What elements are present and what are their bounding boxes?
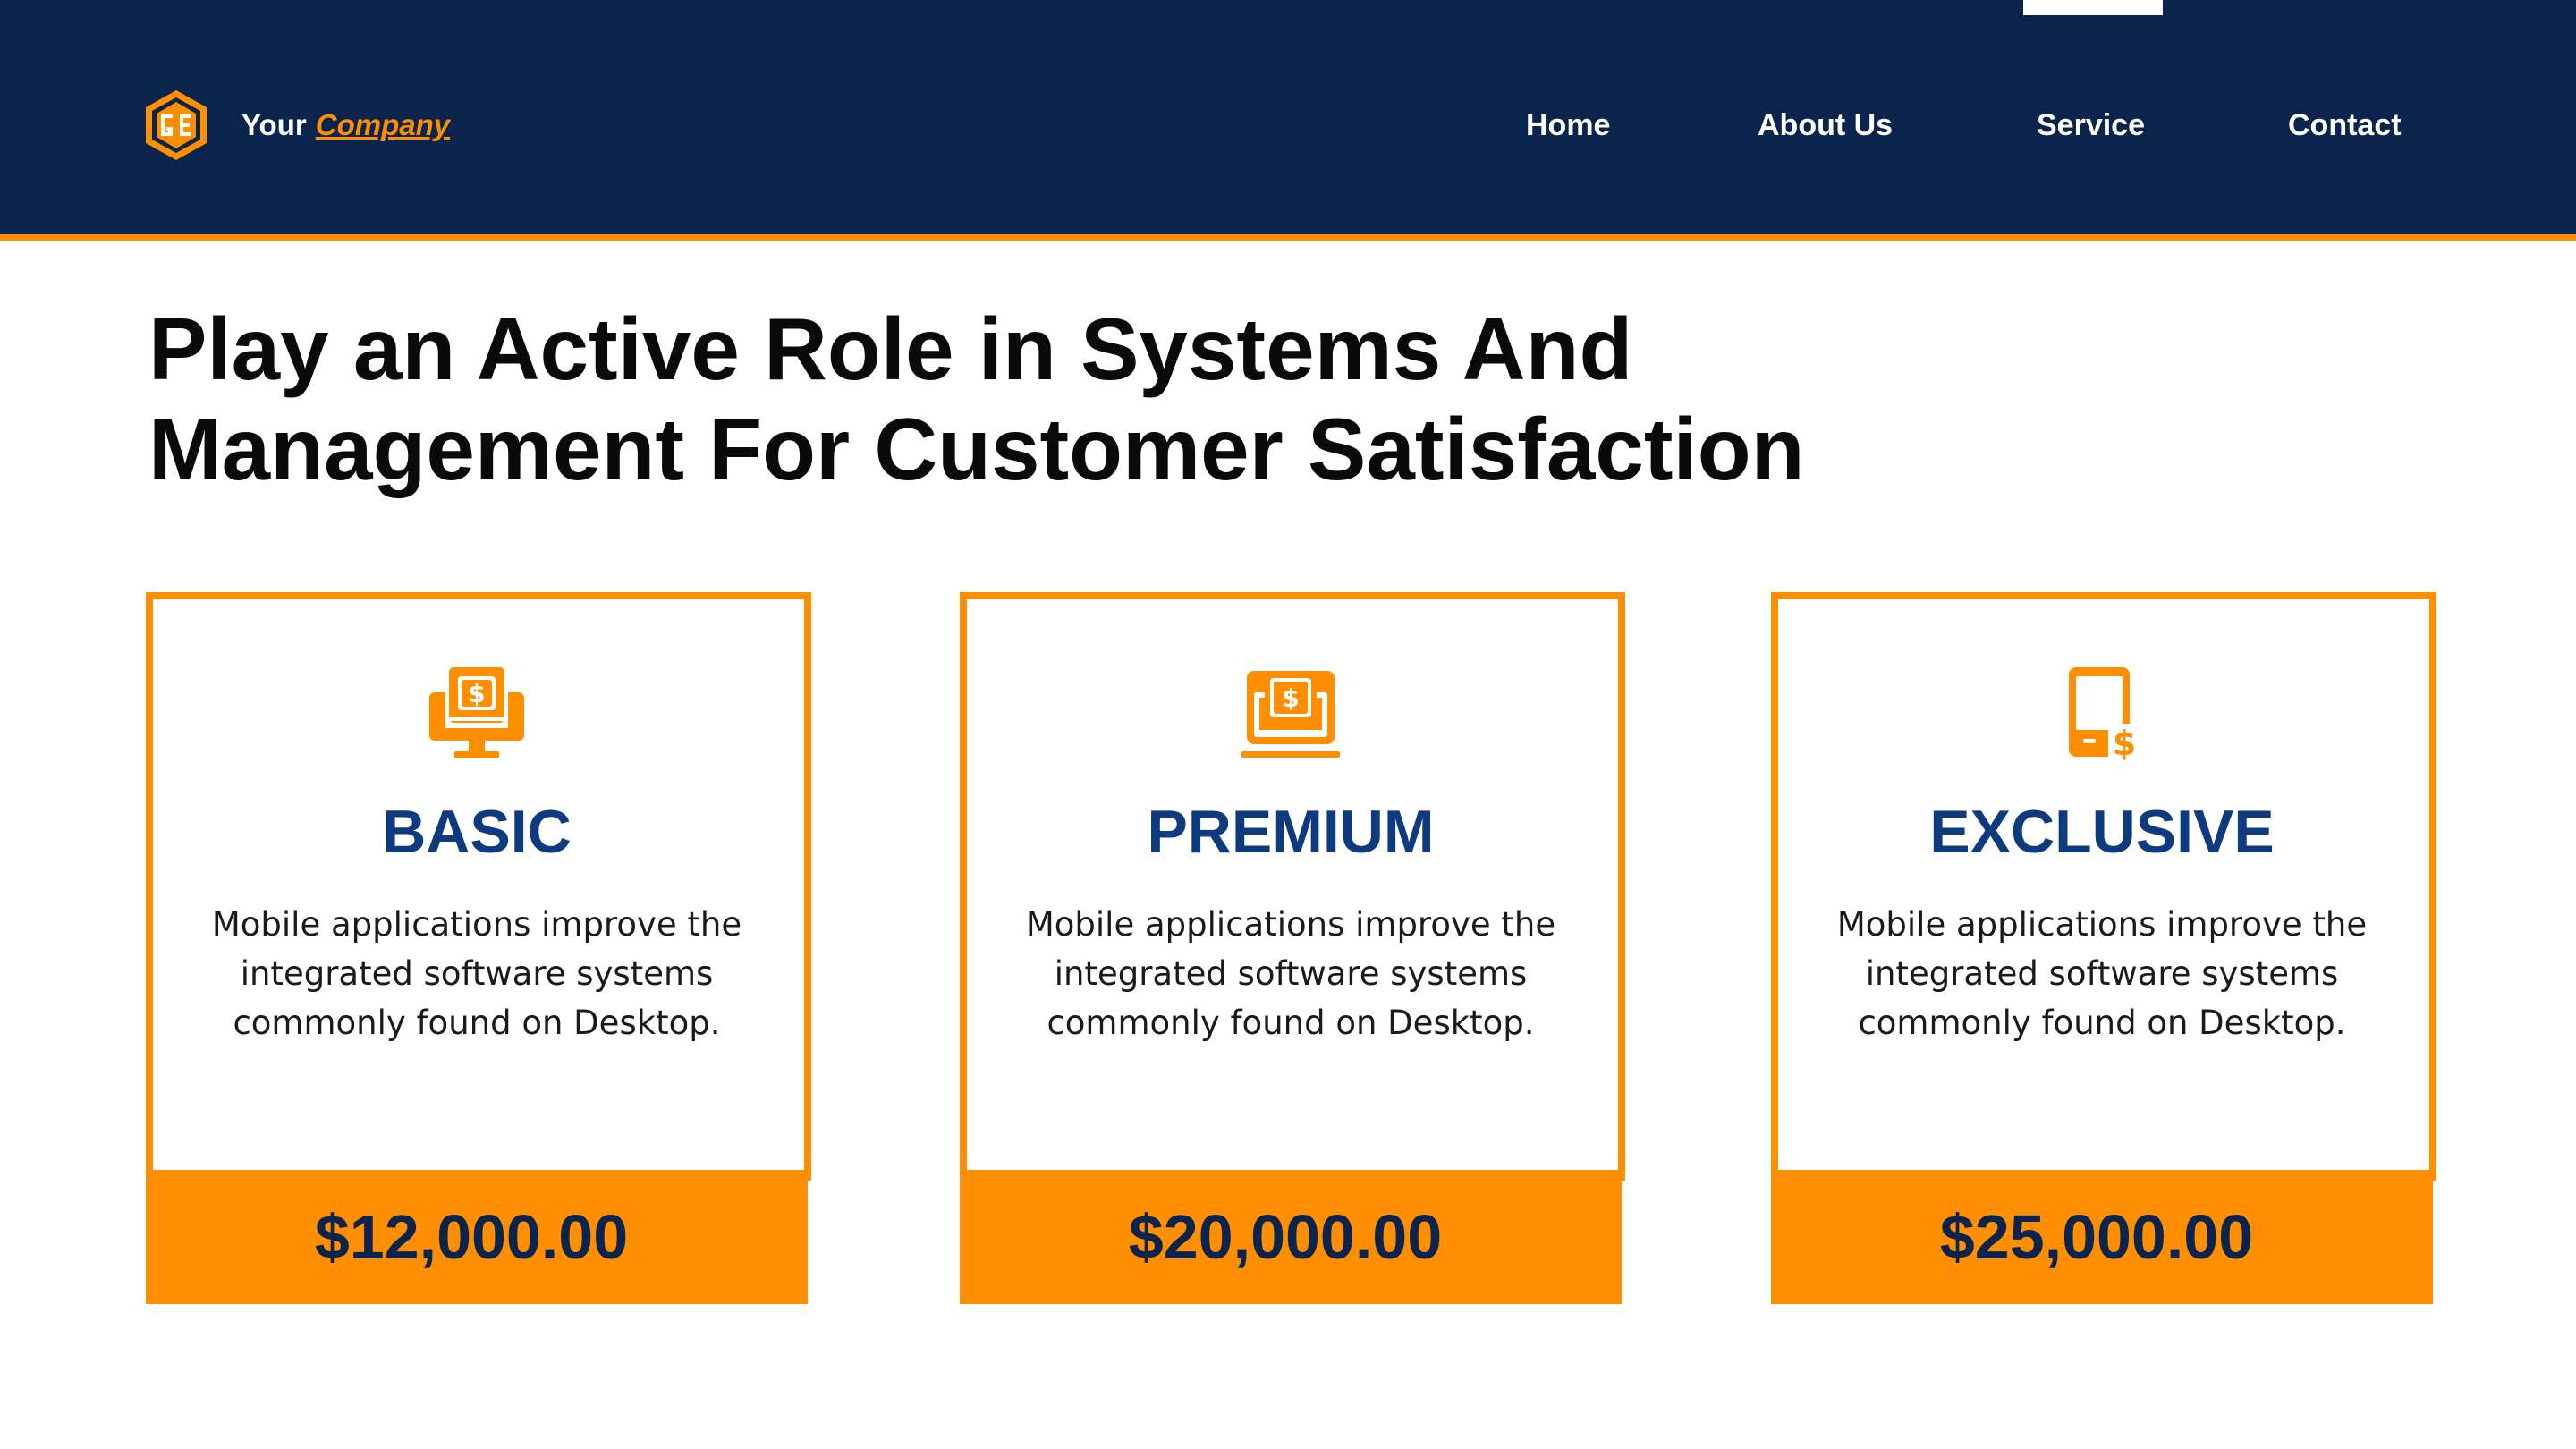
- card-price: $20,000.00: [1128, 1202, 1443, 1272]
- nav-item-about-us[interactable]: About Us: [1758, 100, 1893, 150]
- brand-prefix: Your: [242, 108, 307, 141]
- nav-item-contact[interactable]: Contact: [2288, 100, 2402, 150]
- svg-text:$: $: [1282, 683, 1299, 713]
- nav-active-indicator: [2023, 0, 2163, 15]
- pricing-card-exclusive[interactable]: $ EXCLUSIVE Mobile applications improve …: [1771, 592, 2436, 1304]
- pricing-card-premium[interactable]: $ PREMIUM Mobile applications improve th…: [960, 592, 1625, 1304]
- monitor-dollar-icon: $: [429, 667, 524, 758]
- laptop-dollar-icon: $: [1241, 671, 1340, 758]
- brand-name[interactable]: Your Company: [242, 106, 450, 145]
- svg-text:$: $: [2113, 724, 2136, 763]
- card-price-bar: $12,000.00: [146, 1170, 808, 1304]
- card-price: $12,000.00: [314, 1202, 629, 1272]
- card-description: Mobile applications improve the integrat…: [1025, 905, 1556, 1042]
- page-headline: Play an Active Role in Systems And Manag…: [148, 299, 2027, 499]
- svg-text:$: $: [468, 679, 485, 708]
- card-title: PREMIUM: [1147, 798, 1435, 866]
- tablet-dollar-icon: $: [2069, 667, 2140, 763]
- header-accent-line: [0, 234, 2576, 241]
- card-title: BASIC: [382, 798, 572, 866]
- card-price: $25,000.00: [1939, 1202, 2254, 1272]
- card-title: EXCLUSIVE: [1929, 798, 2275, 866]
- card-price-bar: $25,000.00: [1771, 1170, 2433, 1304]
- page: Your Company Home About Us Service Contac…: [0, 0, 2576, 1449]
- brand-highlight: Company: [315, 108, 451, 141]
- headline-line-1: Play an Active Role in Systems And: [148, 300, 1633, 398]
- nav-item-service[interactable]: Service: [2037, 100, 2145, 150]
- card-description: Mobile applications improve the integrat…: [211, 905, 742, 1042]
- company-logo-icon[interactable]: [143, 88, 209, 163]
- card-price-bar: $20,000.00: [960, 1170, 1622, 1304]
- headline-line-2: Management For Customer Satisfaction: [148, 400, 1805, 498]
- card-description: Mobile applications improve the integrat…: [1836, 905, 2368, 1042]
- nav-item-home[interactable]: Home: [1526, 100, 1610, 150]
- pricing-card-basic[interactable]: $ BASIC Mobile applications improve the …: [146, 592, 811, 1304]
